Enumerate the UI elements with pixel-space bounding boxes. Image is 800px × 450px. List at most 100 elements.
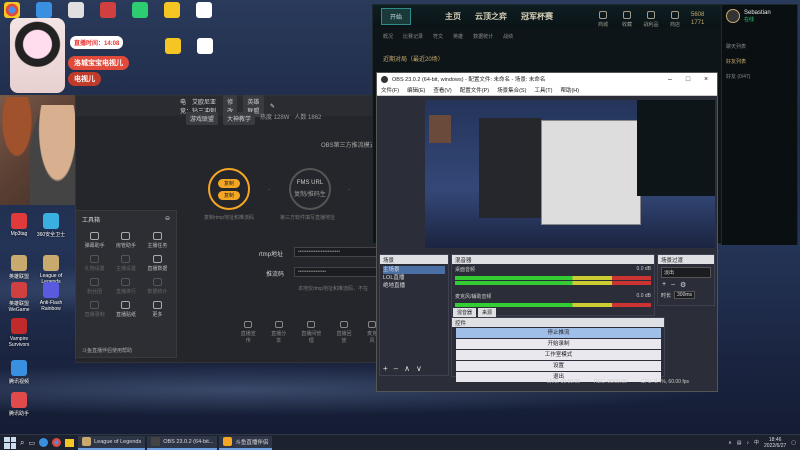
bottom-item-replay[interactable]: 直播回放	[335, 321, 353, 344]
notification-icon[interactable]: ▢	[791, 440, 796, 446]
toolbox-item[interactable]: 主播设置	[111, 255, 140, 272]
obs-menu-item[interactable]: 编辑(E)	[407, 86, 425, 94]
taskbar-app[interactable]: OBS 23.0.2 (64-bit...	[147, 435, 218, 450]
obs-menu-item[interactable]: 查看(V)	[433, 86, 451, 94]
desktop-icon[interactable]: 英雄联盟WeGame	[2, 282, 36, 313]
friends-group[interactable]: 好友 (0/47)	[722, 69, 797, 84]
copy-key-button[interactable]: 复制	[217, 190, 240, 200]
desktop-icon[interactable]: Mp3tag	[2, 213, 36, 237]
close-icon[interactable]: ×	[699, 76, 713, 83]
copy-rtmp-button[interactable]: 复制	[217, 178, 240, 188]
nav-clash[interactable]: 冠军杯赛	[521, 11, 553, 22]
social-chat-list[interactable]: 聊天列表	[722, 39, 797, 54]
clock[interactable]: 18:46 2022/6/27	[764, 437, 786, 449]
edge-icon[interactable]	[39, 438, 49, 447]
toolbox-item[interactable]: 主播任务	[143, 232, 172, 249]
nav-icon-store[interactable]: 商城	[595, 11, 611, 28]
rtmp-field[interactable]: ••••••••••••••••••••••••	[294, 247, 384, 257]
chrome-icon[interactable]	[52, 438, 62, 447]
scene-item[interactable]: LOL直播	[383, 274, 445, 282]
sub-tag-1[interactable]: 游戏联盟	[186, 112, 219, 125]
desktop-icon[interactable]: 腾讯助手	[2, 392, 36, 417]
obs-control-button[interactable]: 工作室模式	[456, 350, 661, 360]
add-icon[interactable]: +	[383, 364, 388, 373]
search-icon[interactable]: ⌕	[20, 438, 24, 448]
desktop-icon-app-7[interactable]	[165, 38, 181, 56]
task-view-icon[interactable]: ▭	[28, 439, 35, 447]
user-card[interactable]: Sebastian 在线	[722, 5, 797, 27]
toolbox-item[interactable]: 更多	[143, 301, 172, 318]
desktop-icon[interactable]: League of Legends	[34, 255, 68, 285]
nav-home[interactable]: 主页	[445, 11, 461, 22]
toolbox-item[interactable]: 直播排行	[111, 278, 140, 295]
edit-icon[interactable]: ✎	[270, 103, 275, 110]
scene-item[interactable]: 绝地直播	[383, 282, 445, 290]
toolbox-item[interactable]: 弹幕助手	[80, 232, 109, 249]
nav-icon-shop[interactable]: 商店	[667, 11, 683, 28]
add-transition-icon[interactable]: +	[662, 281, 666, 289]
volume-icon[interactable]: ♪	[747, 440, 750, 446]
desktop-icon-file-2[interactable]	[197, 38, 213, 56]
windows-start-icon[interactable]	[4, 436, 16, 449]
toolbox-item[interactable]: 礼物设置	[80, 255, 109, 272]
toolbox-item[interactable]: 粉丝团	[80, 278, 109, 295]
gear-icon[interactable]: ⚙	[680, 281, 686, 289]
chevron-up-icon[interactable]: ∧	[728, 440, 732, 446]
desktop-icon[interactable]: 英雄联盟	[2, 255, 36, 280]
explorer-icon[interactable]	[65, 438, 75, 447]
nav-icon-loot[interactable]: 战利品	[643, 11, 659, 28]
obs-control-button[interactable]: 停止推流	[456, 328, 661, 338]
toolbox-item[interactable]: 直播录制	[80, 301, 109, 318]
play-button[interactable]: 开始	[381, 7, 412, 25]
bottom-item-promo[interactable]: 直播宣传	[239, 321, 257, 344]
toolbox-help-link[interactable]: 斗鱼直播伴侣使用帮助	[82, 347, 132, 354]
tab-stats[interactable]: 数据统计	[473, 33, 493, 40]
desktop-icon-file[interactable]	[196, 2, 212, 20]
toolbox-item[interactable]: 直播数据	[143, 255, 172, 272]
minus-icon[interactable]: ⊖	[165, 215, 170, 224]
obs-preview[interactable]	[425, 100, 715, 248]
desktop-icon[interactable]: Vampire Survivors	[2, 318, 36, 348]
desktop-icon[interactable]: Anti-Flash Rainbow	[34, 282, 68, 312]
tab-sources[interactable]: 来源	[478, 308, 497, 317]
bottom-item-room-manage[interactable]: 直播间管理	[300, 321, 323, 344]
scene-item[interactable]: 主场景	[383, 266, 445, 274]
user-avatar[interactable]	[726, 9, 740, 23]
sub-tag-2[interactable]: 大神教学	[223, 112, 256, 125]
bottom-item-share[interactable]: 直播分享	[269, 321, 287, 344]
obs-menu-item[interactable]: 场景集合(S)	[497, 86, 526, 94]
tab-champions[interactable]: 英雄	[453, 33, 463, 40]
obs-menu-item[interactable]: 帮助(H)	[560, 86, 579, 94]
tab-overview[interactable]: 概况	[383, 33, 393, 40]
obs-menu-item[interactable]: 配置文件(P)	[460, 86, 489, 94]
obs-menu-item[interactable]: 文件(F)	[381, 86, 399, 94]
desktop-icon-app-6[interactable]	[164, 2, 180, 20]
ime-icon[interactable]: 中	[754, 439, 759, 446]
nav-tft[interactable]: 云顶之弈	[475, 11, 507, 22]
taskbar-app[interactable]: 斗鱼直播伴侣	[219, 435, 273, 450]
network-icon[interactable]: ▤	[737, 440, 742, 446]
tab-match-history[interactable]: 比赛记录	[403, 33, 423, 40]
down-icon[interactable]: ∨	[416, 364, 422, 373]
transition-select[interactable]: 淡出	[661, 267, 711, 278]
toolbox-item[interactable]: 直播贴纸	[111, 301, 140, 318]
stream-key-field[interactable]: ••••••••••••••••	[294, 267, 384, 277]
remove-icon[interactable]: –	[394, 364, 398, 373]
taskbar-app[interactable]: League of Legends	[78, 435, 146, 450]
tab-record[interactable]: 战绩	[503, 33, 513, 40]
obs-control-button[interactable]: 设置	[456, 361, 661, 371]
desktop-icon[interactable]: 腾讯视频	[2, 360, 36, 385]
minimize-icon[interactable]: –	[663, 76, 677, 83]
obs-control-button[interactable]: 开始录制	[456, 339, 661, 349]
up-icon[interactable]: ∧	[404, 364, 410, 373]
obs-menu-item[interactable]: 工具(T)	[534, 86, 552, 94]
toolbox-item[interactable]: 房管助手	[111, 232, 140, 249]
tab-mixer[interactable]: 混音器	[453, 308, 477, 317]
duration-field[interactable]: 300ms	[674, 291, 696, 299]
remove-transition-icon[interactable]: –	[671, 281, 675, 289]
desktop-icon[interactable]: 360安全卫士	[34, 213, 68, 238]
maximize-icon[interactable]: □	[681, 76, 695, 83]
toolbox-item[interactable]: 数据统计	[143, 278, 172, 295]
nav-icon-collection[interactable]: 收藏	[619, 11, 635, 28]
tab-runes[interactable]: 符文	[433, 33, 443, 40]
